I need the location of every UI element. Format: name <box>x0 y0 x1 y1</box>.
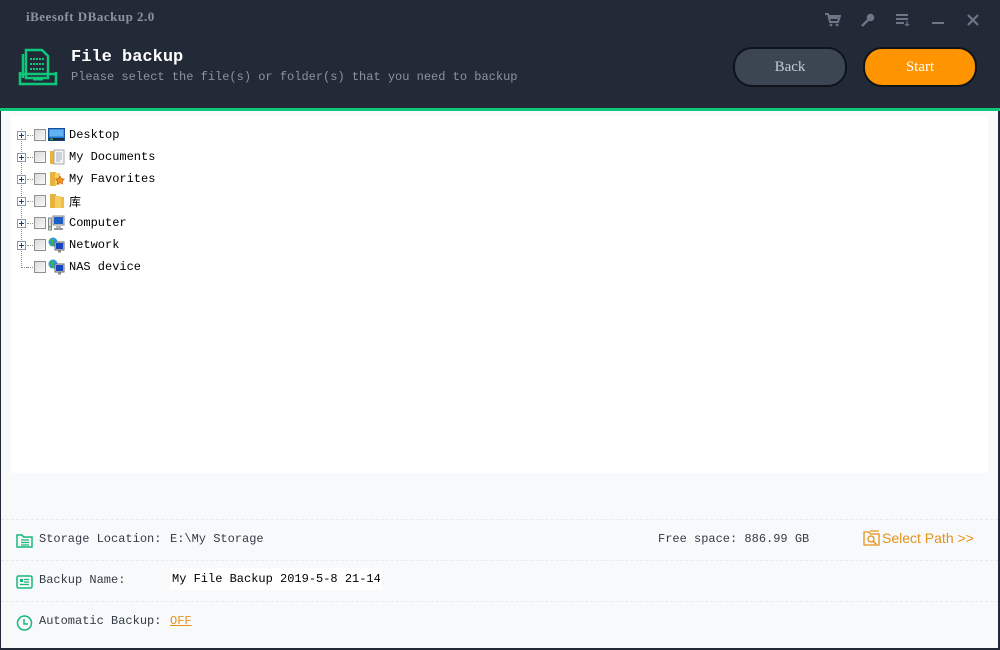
tree-item-label: Desktop <box>69 128 120 142</box>
close-icon[interactable] <box>955 10 990 30</box>
page-subtitle: Please select the file(s) or folder(s) t… <box>71 70 518 84</box>
expand-toggle[interactable] <box>17 130 26 140</box>
title-bar[interactable]: iBeesoft DBackup 2.0 <box>0 0 1000 36</box>
tree-item-checkbox[interactable] <box>34 217 46 229</box>
file-backup-icon <box>18 46 58 86</box>
documents-folder-icon <box>48 149 65 165</box>
tree-item-label: 库 <box>69 195 82 210</box>
desktop-icon <box>48 127 65 143</box>
folder-list-icon <box>16 533 33 549</box>
network-icon <box>48 237 65 253</box>
id-card-icon <box>16 574 33 590</box>
back-button[interactable]: Back <box>733 47 847 87</box>
page-title: File backup <box>71 48 184 67</box>
file-tree-panel[interactable]: Desktop My Documents My Favorites 库 Comp… <box>11 116 988 473</box>
expand-toggle[interactable] <box>17 174 26 184</box>
tree-item-network[interactable]: Network <box>17 234 155 256</box>
tree-item-checkbox[interactable] <box>34 239 46 251</box>
tree-item-checkbox[interactable] <box>34 151 46 163</box>
expand-toggle[interactable] <box>17 240 26 250</box>
tree-item-label: Network <box>69 238 120 252</box>
tree-connector <box>27 244 33 246</box>
favorites-folder-icon <box>48 171 65 187</box>
backup-settings: Storage Location: E:\My Storage Free spa… <box>1 519 998 642</box>
clock-icon <box>16 615 33 631</box>
tree-connector <box>27 266 33 268</box>
network-icon <box>48 259 65 275</box>
tree-connector <box>27 178 33 180</box>
tree-item-my-documents[interactable]: My Documents <box>17 146 155 168</box>
expand-toggle[interactable] <box>17 218 26 228</box>
tree-item-label: My Favorites <box>69 172 156 186</box>
computer-icon <box>48 215 65 231</box>
tree-item-computer[interactable]: Computer <box>17 212 155 234</box>
tree-item-checkbox[interactable] <box>34 195 46 207</box>
tree-item-desktop[interactable]: Desktop <box>17 124 155 146</box>
tree-connector <box>27 134 33 136</box>
menu-icon[interactable] <box>885 10 920 30</box>
expand-toggle[interactable] <box>17 152 26 162</box>
free-space-text: Free space: 886.99 GB <box>658 532 810 546</box>
app-title: iBeesoft DBackup 2.0 <box>26 9 155 24</box>
tree-connector <box>27 222 33 224</box>
storage-location-value: E:\My Storage <box>170 532 264 546</box>
expand-toggle[interactable] <box>17 196 26 206</box>
tree-item-checkbox[interactable] <box>34 261 46 273</box>
select-path-link[interactable]: Select Path >> <box>863 530 974 546</box>
automatic-backup-toggle[interactable]: OFF <box>170 614 192 628</box>
library-folder-icon <box>48 193 65 209</box>
automatic-backup-label: Automatic Backup: <box>39 614 162 628</box>
automatic-backup-row: Automatic Backup: OFF <box>1 601 998 642</box>
window-controls <box>815 10 990 30</box>
file-tree: Desktop My Documents My Favorites 库 Comp… <box>17 124 155 278</box>
minimize-icon[interactable] <box>920 10 955 30</box>
app-window: iBeesoft DBackup 2.0 File backup Please … <box>0 0 1000 650</box>
storage-location-label: Storage Location: <box>39 532 162 546</box>
tree-connector <box>27 156 33 158</box>
main-content: Desktop My Documents My Favorites 库 Comp… <box>1 111 998 648</box>
start-button[interactable]: Start <box>863 47 977 87</box>
tree-item-label: My Documents <box>69 150 156 164</box>
select-path-label: Select Path >> <box>882 530 974 546</box>
tree-item-checkbox[interactable] <box>34 173 46 185</box>
page-header: File backup Please select the file(s) or… <box>0 36 1000 108</box>
tree-item-library[interactable]: 库 <box>17 190 155 212</box>
backup-name-label: Backup Name: <box>39 573 126 587</box>
backup-name-row: Backup Name: <box>1 560 998 601</box>
tree-item-label: NAS device <box>69 260 142 274</box>
tree-item-checkbox[interactable] <box>34 129 46 141</box>
tree-connector <box>27 200 33 202</box>
backup-name-input[interactable] <box>170 568 382 590</box>
folder-search-icon <box>863 530 880 546</box>
storage-location-row: Storage Location: E:\My Storage Free spa… <box>1 519 998 560</box>
tree-item-label: Computer <box>69 216 127 230</box>
tree-item-nas-device[interactable]: NAS device <box>17 256 155 278</box>
expander-spacer <box>17 263 26 272</box>
cart-icon[interactable] <box>815 10 850 30</box>
tree-item-my-favorites[interactable]: My Favorites <box>17 168 155 190</box>
key-icon[interactable] <box>850 10 885 30</box>
